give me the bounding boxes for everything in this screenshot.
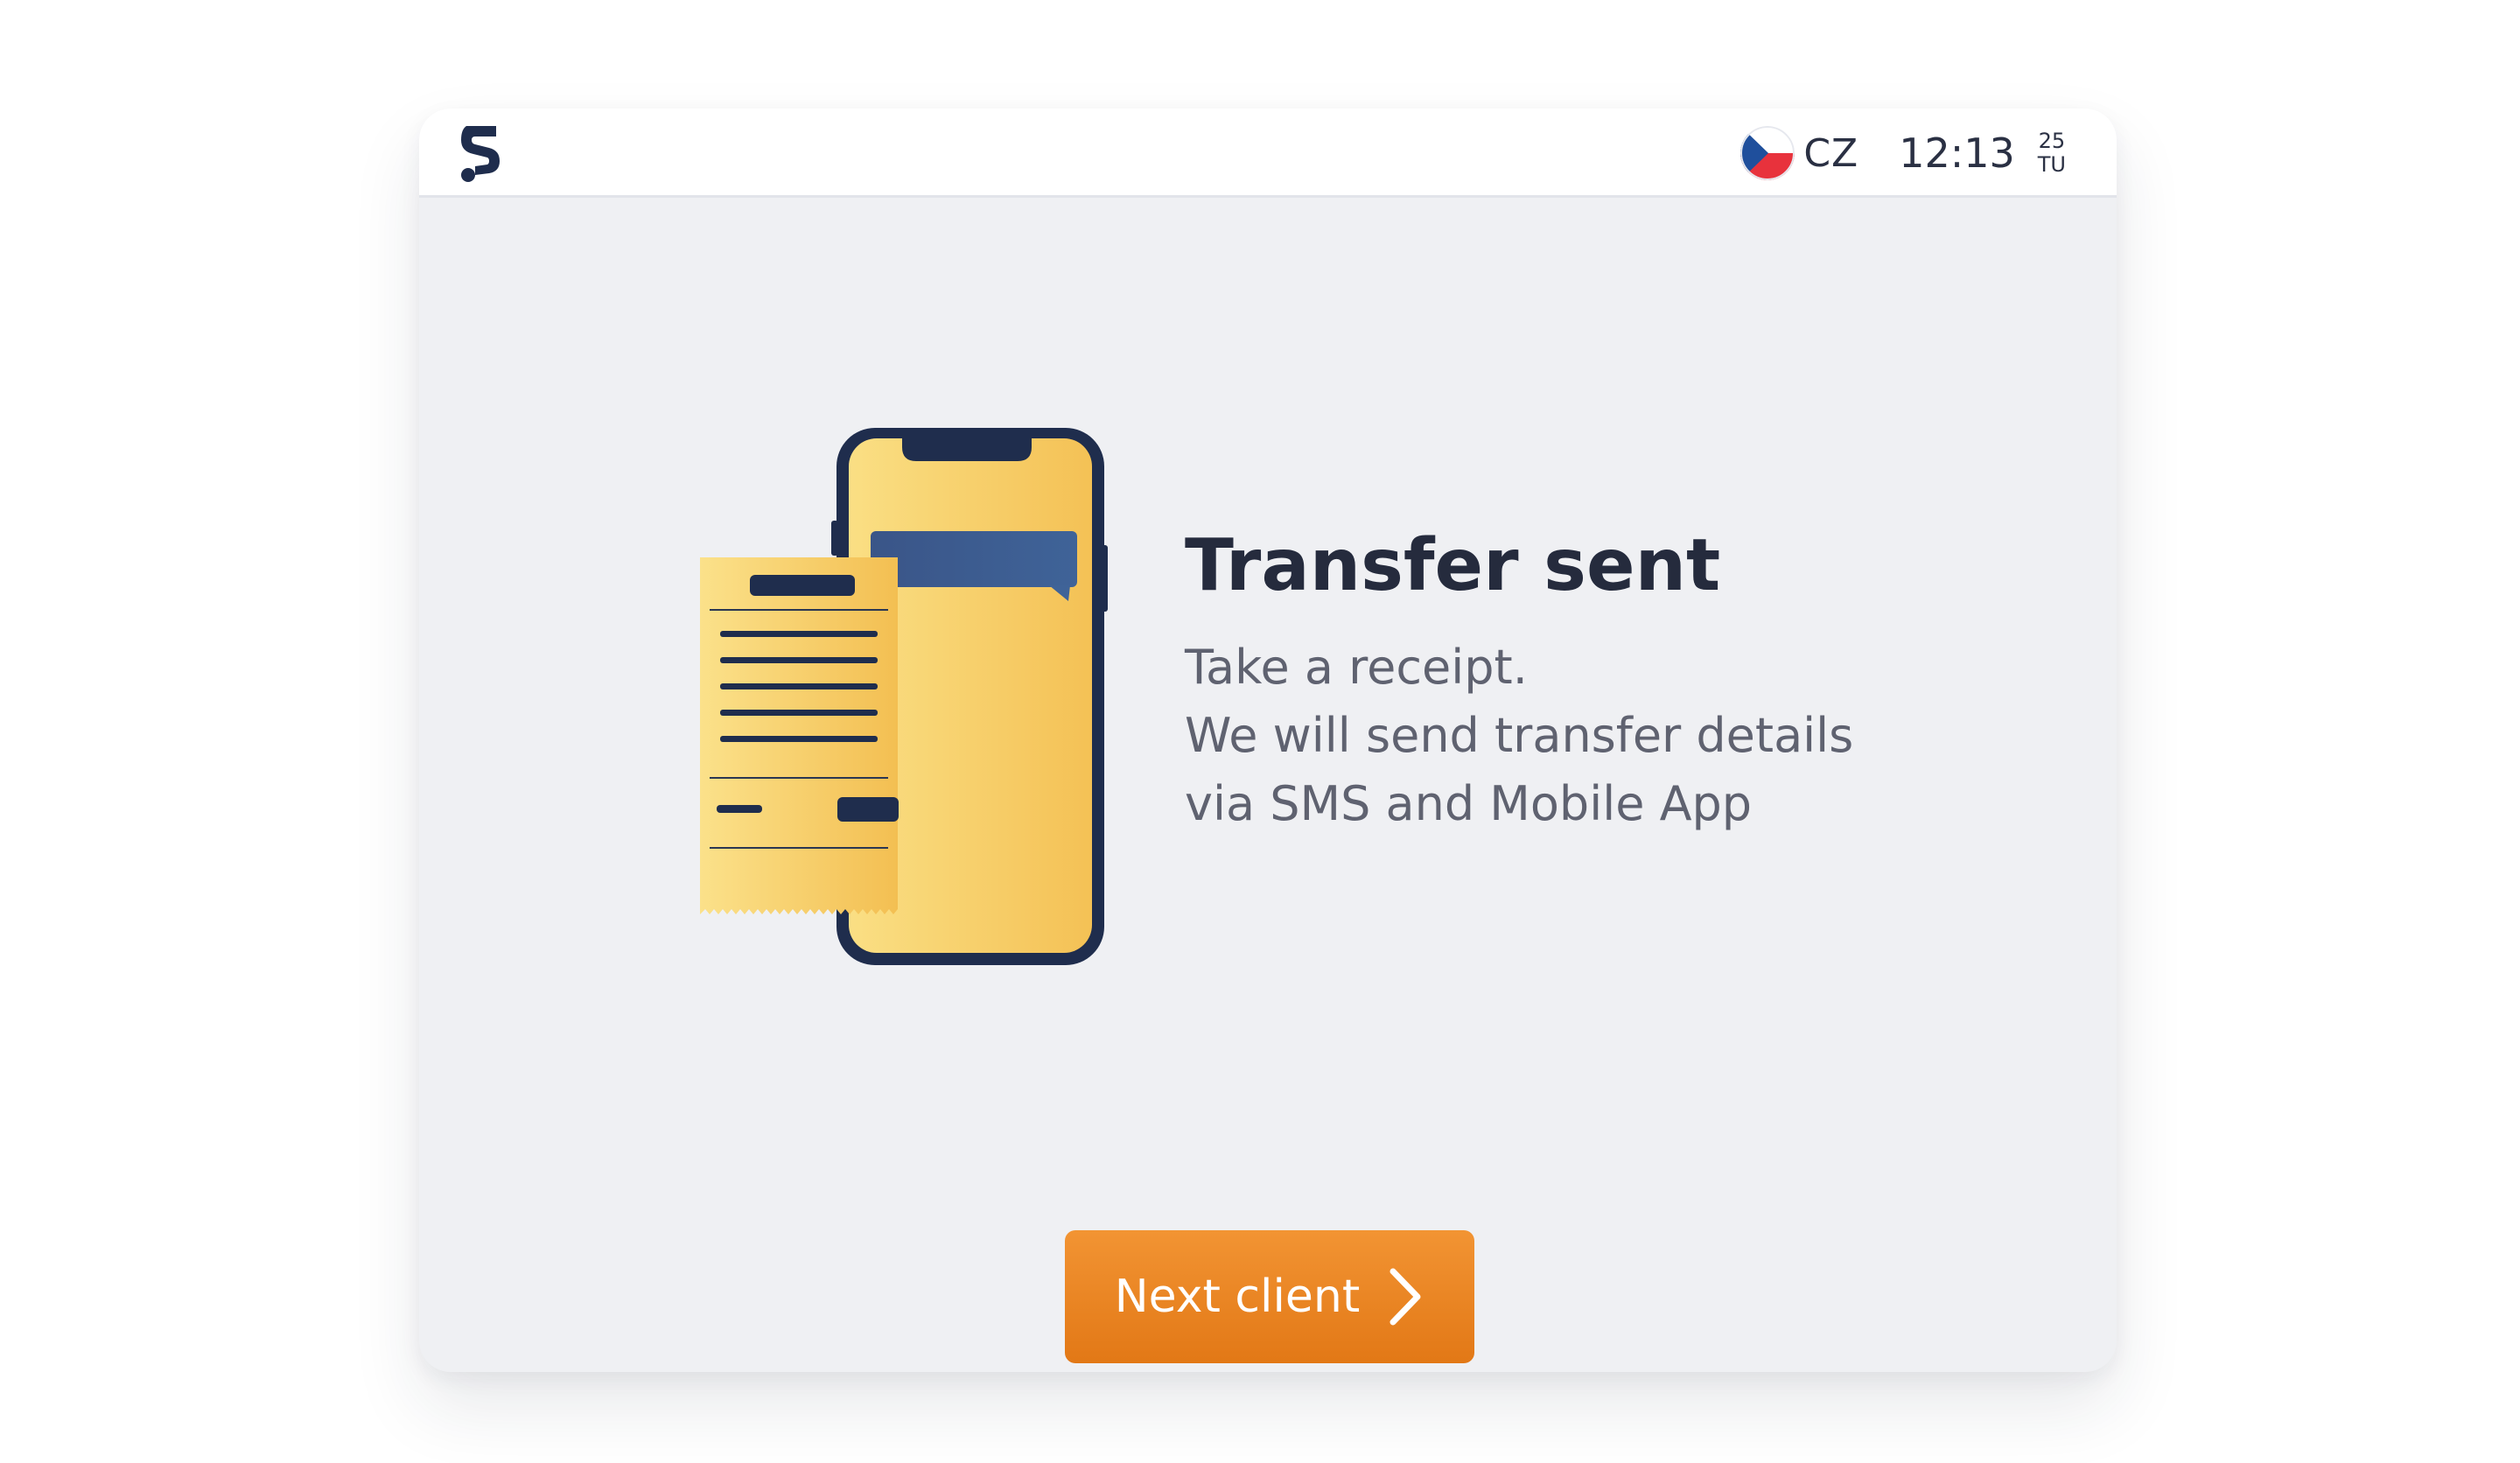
confirmation-message: Take a receipt. We will send transfer de… [1185,634,1853,838]
message-line: via SMS and Mobile App [1185,776,1753,831]
clock-date: 25 TU [2038,130,2066,177]
date-weekday: TU [2037,152,2066,177]
date-day: 25 [2038,129,2066,153]
next-client-button[interactable]: Next client [1065,1230,1474,1363]
top-status-bar: CZ 12:13 25 TU [419,108,2117,198]
message-line: We will send transfer details [1185,708,1854,763]
czech-flag-icon[interactable] [1740,126,1796,180]
brand-logo-icon [461,126,500,182]
page-title: Transfer sent [1185,524,1721,607]
status-area: CZ 12:13 25 TU [1740,108,2066,198]
chevron-right-icon [1390,1268,1421,1326]
phone-receipt-illustration [700,428,1108,965]
message-line: Take a receipt. [1185,640,1528,695]
language-code[interactable]: CZ [1803,131,1858,176]
next-client-label: Next client [1114,1270,1361,1323]
clock-time: 12:13 [1899,130,2015,177]
kiosk-screen: CZ 12:13 25 TU Transfer sent Take a rece… [419,108,2117,1372]
